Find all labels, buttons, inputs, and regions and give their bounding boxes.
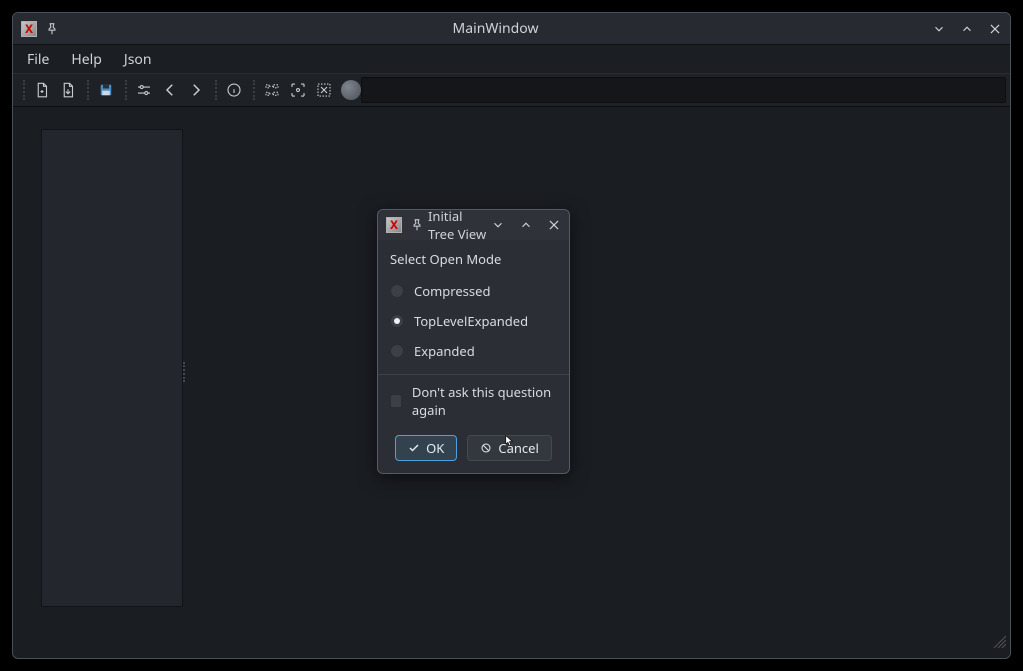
info-button[interactable] — [221, 77, 247, 103]
splitter-handle[interactable] — [183, 362, 187, 382]
fit-selection-button[interactable] — [285, 77, 311, 103]
radio-expanded[interactable]: Expanded — [390, 336, 557, 366]
check-icon — [408, 442, 420, 454]
checkbox-label: Don't ask this question again — [412, 383, 557, 419]
main-window: MainWindow File Help Json — [12, 12, 1011, 659]
divider — [378, 374, 569, 375]
cancel-label: Cancel — [498, 439, 538, 457]
radio-label: TopLevelExpanded — [414, 312, 528, 330]
radio-dot-icon — [390, 284, 404, 298]
dont-ask-checkbox[interactable]: Don't ask this question again — [390, 383, 557, 431]
radio-label: Compressed — [414, 282, 490, 300]
maximize-icon[interactable] — [960, 22, 974, 36]
toolbar-field[interactable] — [361, 77, 1006, 103]
toolbar-grip[interactable] — [23, 80, 27, 100]
initial-tree-view-dialog: Initial Tree View Select Open Mode Compr… — [377, 209, 570, 474]
new-file-button[interactable] — [29, 77, 55, 103]
ok-button[interactable]: OK — [395, 435, 457, 461]
radio-dot-icon — [390, 344, 404, 358]
menu-json[interactable]: Json — [114, 46, 162, 73]
ok-label: OK — [426, 439, 444, 457]
dialog-prompt: Select Open Mode — [390, 250, 557, 268]
back-button[interactable] — [157, 77, 183, 103]
toolbar — [13, 73, 1010, 107]
app-icon — [21, 21, 37, 37]
main-titlebar[interactable]: MainWindow — [13, 13, 1010, 45]
side-panel[interactable] — [41, 129, 183, 607]
toolbar-grip-2[interactable] — [87, 80, 91, 100]
settings-button[interactable] — [131, 77, 157, 103]
menubar: File Help Json — [13, 45, 1010, 73]
open-file-button[interactable] — [55, 77, 81, 103]
prohibit-icon — [480, 442, 492, 454]
menu-file[interactable]: File — [17, 46, 59, 73]
checkbox-box-icon — [390, 394, 402, 408]
dialog-app-icon — [386, 217, 402, 233]
radio-top-level-expanded[interactable]: TopLevelExpanded — [390, 306, 557, 336]
forward-button[interactable] — [183, 77, 209, 103]
toolbar-grip-4[interactable] — [215, 80, 219, 100]
pin-icon[interactable] — [410, 218, 424, 232]
dialog-titlebar[interactable]: Initial Tree View — [378, 210, 569, 240]
close-icon[interactable] — [547, 218, 561, 232]
resize-grip-icon[interactable] — [992, 634, 1006, 648]
close-icon[interactable] — [988, 22, 1002, 36]
fit-all-button[interactable] — [311, 77, 337, 103]
menu-help[interactable]: Help — [61, 46, 112, 73]
toolbar-grip-3[interactable] — [125, 80, 129, 100]
dialog-title: Initial Tree View — [424, 207, 491, 243]
minimize-icon[interactable] — [491, 218, 505, 232]
minimize-icon[interactable] — [932, 22, 946, 36]
split-view-button[interactable] — [259, 77, 285, 103]
cancel-button[interactable]: Cancel — [467, 435, 551, 461]
toolbar-grip-5[interactable] — [253, 80, 257, 100]
radio-compressed[interactable]: Compressed — [390, 276, 557, 306]
maximize-icon[interactable] — [519, 218, 533, 232]
color-knob[interactable] — [341, 80, 361, 100]
radio-label: Expanded — [414, 342, 475, 360]
save-button[interactable] — [93, 77, 119, 103]
radio-dot-icon — [390, 314, 404, 328]
pin-icon[interactable] — [45, 22, 59, 36]
window-title: MainWindow — [59, 19, 932, 38]
